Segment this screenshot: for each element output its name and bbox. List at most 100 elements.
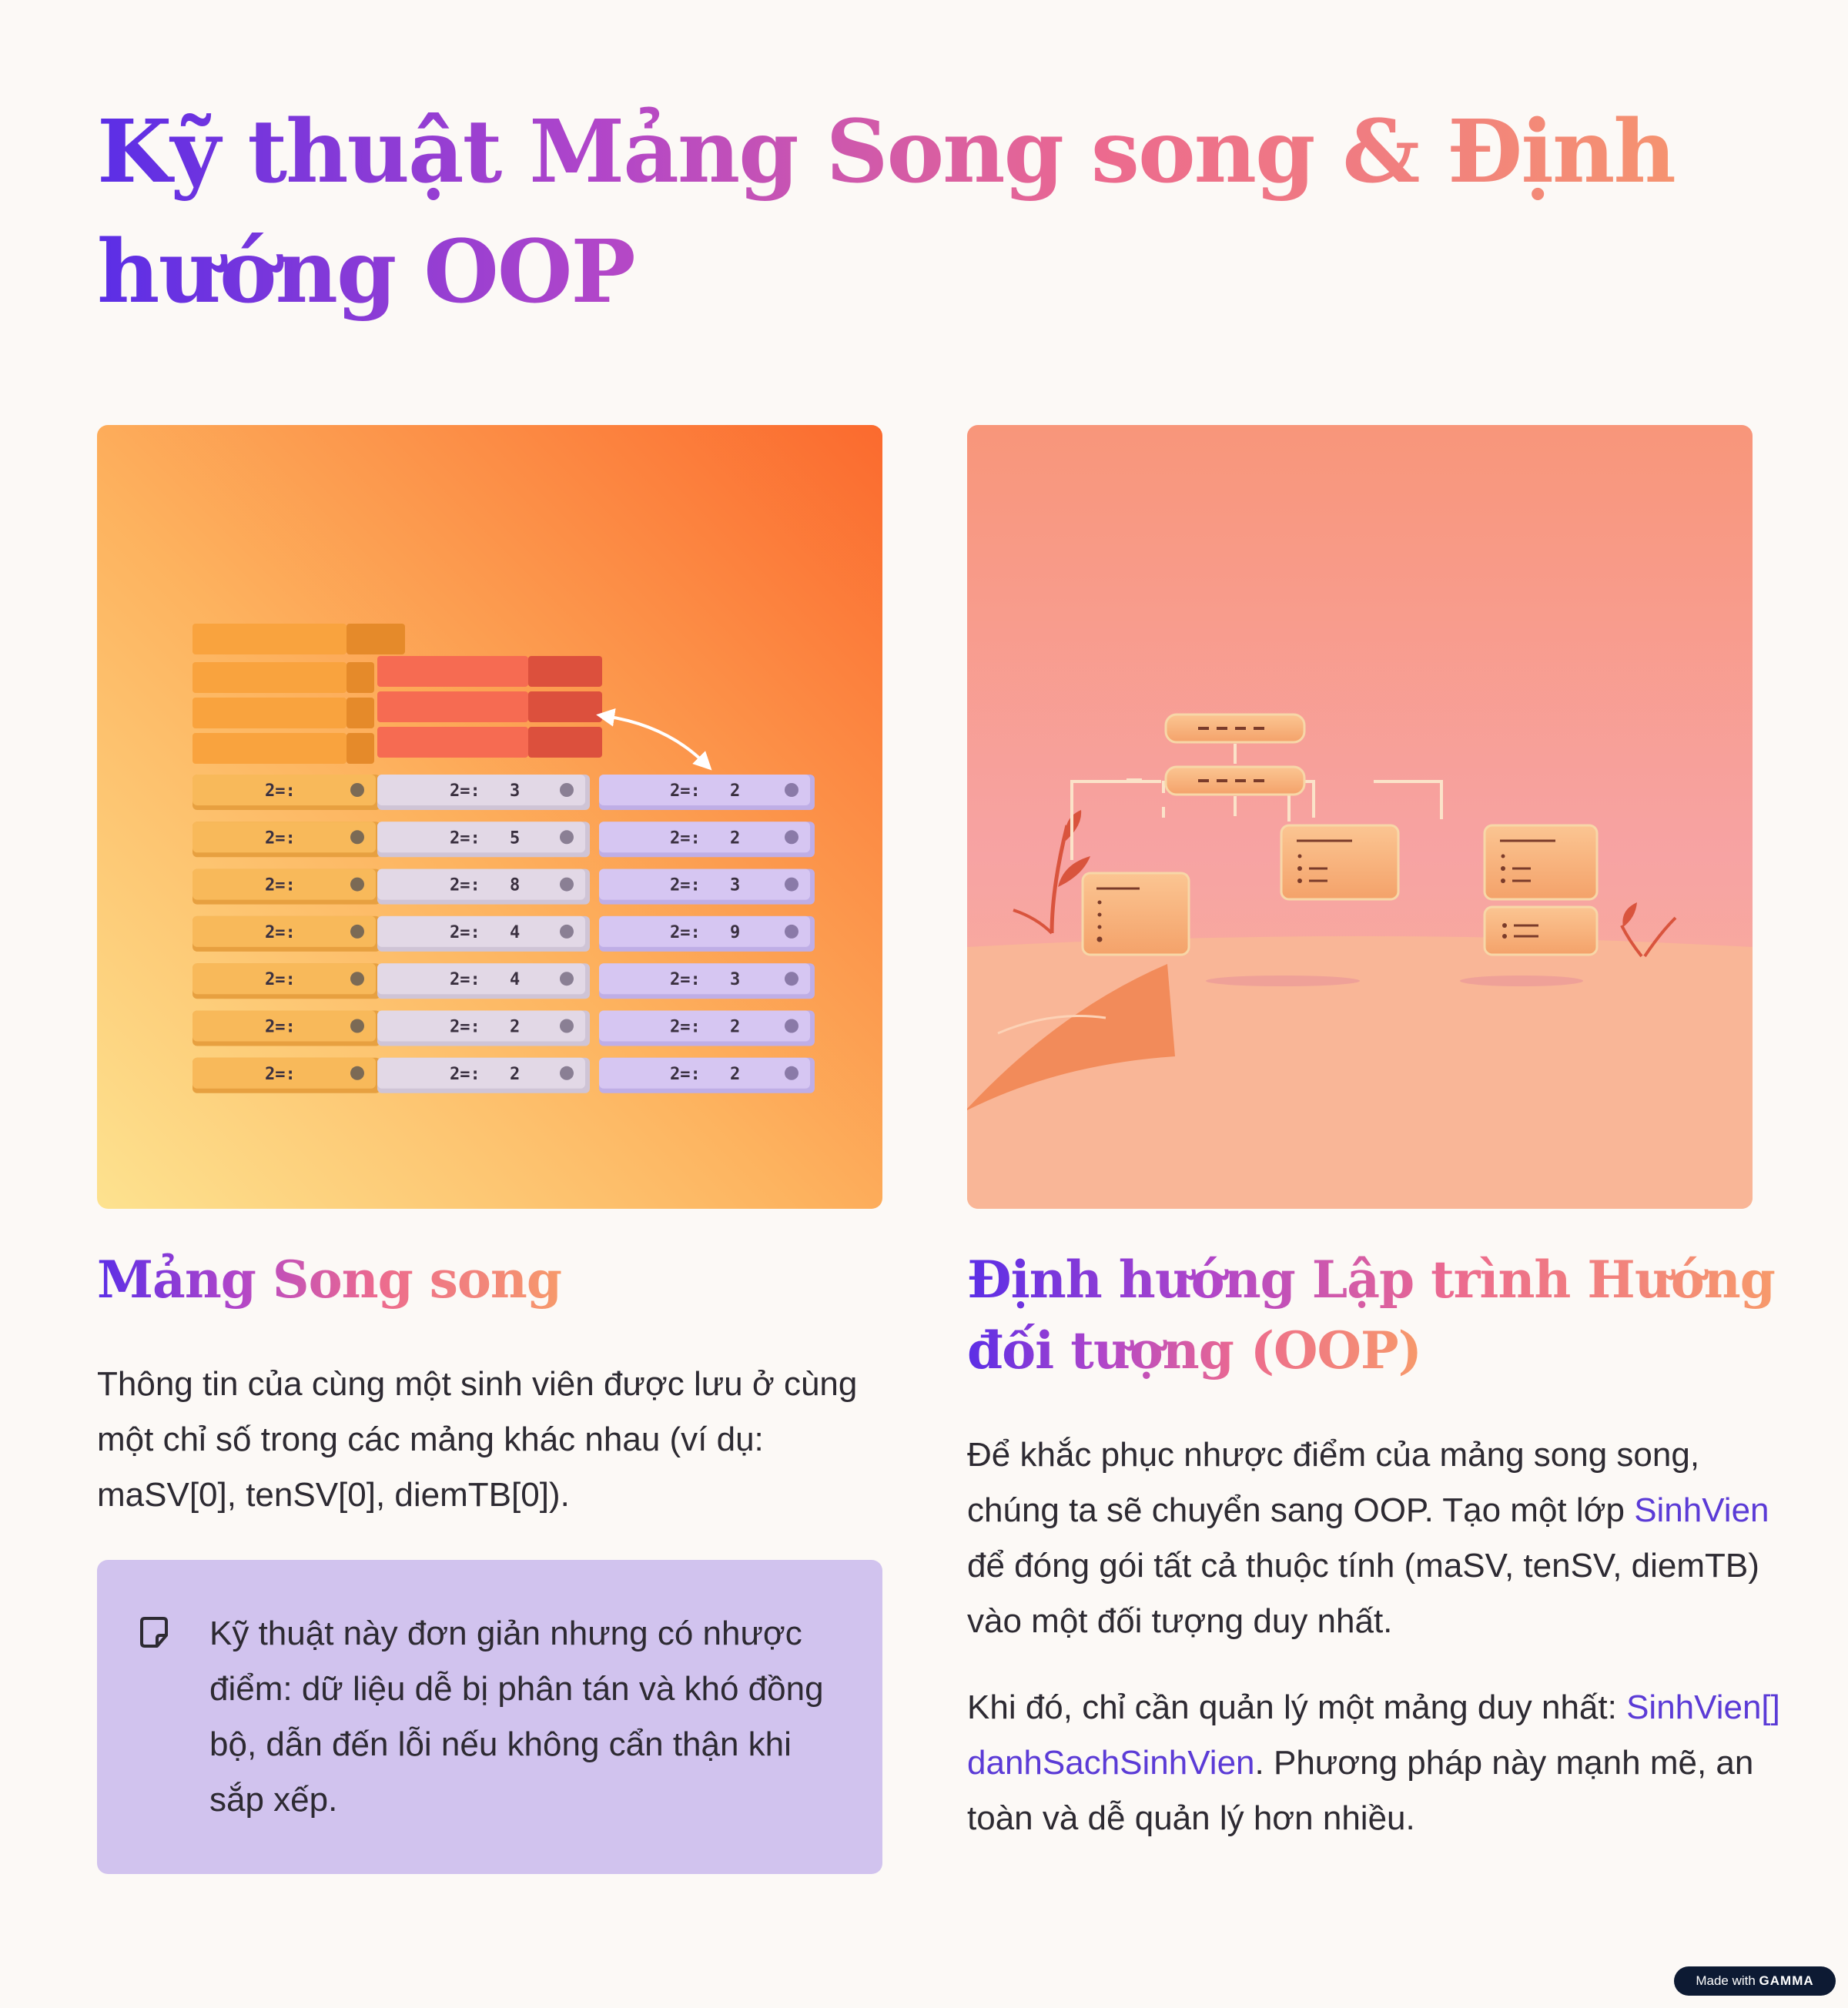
array-cell [599, 775, 810, 805]
array-cell-value: 2 [730, 781, 740, 801]
array-cell-label: 2=: [450, 1018, 480, 1037]
array-cell-value: 2 [730, 1018, 740, 1037]
array-slab [192, 662, 346, 693]
array-cell-label: 2=: [670, 923, 701, 942]
array-cell-label: 2=: [450, 828, 480, 848]
array-cell-dot [560, 972, 574, 986]
section-title-parallel-arrays: Mảng Song song [97, 1244, 882, 1315]
array-cell-value: 2 [730, 828, 740, 848]
section-title-oop: Định hướng Lập trình Hướng đối tượng (OO… [967, 1244, 1783, 1386]
array-slab-side [528, 656, 602, 687]
array-cell-value: 2 [510, 1065, 520, 1084]
parallel-arrays-description: Thông tin của cùng một sinh viên được lư… [97, 1365, 858, 1514]
array-cell-value: 3 [730, 876, 740, 895]
array-slab [377, 727, 528, 758]
array-slab-side [346, 624, 405, 654]
array-cell-dot [785, 1019, 798, 1033]
array-cell-dot [560, 783, 574, 797]
array-slab [192, 624, 346, 654]
array-cell [599, 1010, 810, 1042]
array-slab-side [528, 727, 602, 758]
array-cell-dot [560, 1066, 574, 1080]
array-cell-dot [785, 924, 798, 939]
array-cell [377, 868, 585, 900]
array-cell-value: 2 [730, 1065, 740, 1084]
array-slab-side [346, 662, 374, 693]
note-callout: Kỹ thuật này đơn giản nhưng có nhược điể… [97, 1560, 882, 1874]
page-title: Kỹ thuật Mảng Song song & Định hướng OOP [97, 92, 1768, 333]
array-cell-dot [350, 783, 364, 797]
array-cell-value: 8 [510, 876, 520, 895]
array-cell [377, 1010, 585, 1042]
section-title-line2: đối tượng (OOP) [967, 1320, 1422, 1380]
array-cell-label: 2=: [265, 1018, 296, 1037]
array-cell-value: 2 [510, 1018, 520, 1037]
array-cell-dot [350, 877, 364, 892]
array-cell-label: 2=: [670, 876, 701, 895]
section-title-text: Mảng Song song [97, 1250, 562, 1310]
array-cell-value: 3 [510, 781, 520, 801]
section-title-line1: Định hướng Lập trình Hướng [967, 1250, 1776, 1310]
array-cell-label: 2=: [450, 876, 480, 895]
array-slab [192, 698, 346, 728]
array-cell-label: 2=: [670, 1018, 701, 1037]
array-cell-value: 4 [510, 923, 520, 942]
badge-prefix: Made with [1696, 1973, 1756, 1988]
array-cell-label: 2=: [265, 923, 296, 942]
array-cell-value: 9 [730, 923, 740, 942]
oop-illustration [967, 425, 1753, 1209]
array-cell [599, 915, 810, 947]
array-cell-label: 2=: [670, 970, 701, 989]
parallel-arrays-illustration: 2=: 2=: 2=: 2=: 2=: 2=: 2=: 2=: 3 2=: 5 2=: 8 2=: 4 2=:… [97, 425, 882, 1209]
array-cell-dot [560, 830, 574, 845]
array-cell-dot [785, 830, 798, 845]
array-slab-side [528, 691, 602, 722]
note-text: Kỹ thuật này đơn giản nhưng có nhược điể… [209, 1615, 824, 1819]
array-cell-dot [560, 924, 574, 939]
oop-paragraph-1: Để khắc phục nhược điểm của mảng song so… [967, 1427, 1783, 1649]
made-with-gamma-badge[interactable]: Made with GAMMA [1674, 1966, 1836, 1996]
array-cell-dot [350, 924, 364, 939]
oop-p1-text-after: để đóng gói tất cả thuộc tính (maSV, ten… [967, 1547, 1759, 1640]
array-cell-dot [785, 877, 798, 892]
array-slab-side [346, 698, 374, 728]
array-cell-label: 2=: [670, 828, 701, 848]
array-cell [599, 963, 810, 995]
array-cell-label: 2=: [670, 781, 701, 801]
note-icon [140, 1617, 168, 1648]
array-cell [377, 775, 585, 805]
array-cell-dot [785, 783, 798, 797]
array-cell-label: 2=: [450, 781, 480, 801]
array-slab [377, 656, 528, 687]
array-cell-label: 2=: [265, 1065, 296, 1084]
oop-paragraph-2: Khi đó, chỉ cần quản lý một mảng duy nhấ… [967, 1680, 1783, 1846]
array-cell-label: 2=: [265, 781, 296, 801]
array-cell [599, 822, 810, 853]
array-cell-dot [350, 972, 364, 986]
gamma-logo: GAMMA [1759, 1973, 1814, 1988]
array-cell-dot [350, 830, 364, 845]
array-cell-value: 5 [510, 828, 520, 848]
array-cell-dot [560, 877, 574, 892]
array-cell [377, 1057, 585, 1089]
array-cell-label: 2=: [450, 970, 480, 989]
array-cell-dot [350, 1019, 364, 1033]
array-cell [377, 822, 585, 853]
array-cell-dot [785, 972, 798, 986]
array-cell-label: 2=: [670, 1065, 701, 1084]
array-cell [377, 963, 585, 995]
array-cell-value: 3 [730, 970, 740, 989]
array-cell-label: 2=: [450, 923, 480, 942]
array-cell [599, 868, 810, 900]
array-cell [377, 915, 585, 947]
array-cell-dot [560, 1019, 574, 1033]
oop-p1-text-before: Để khắc phục nhược điểm của mảng song so… [967, 1436, 1700, 1529]
array-slab [377, 691, 528, 722]
array-cell-label: 2=: [265, 970, 296, 989]
array-cell [599, 1057, 810, 1089]
array-slab-side [346, 733, 374, 764]
array-slab [192, 733, 346, 764]
array-cell-value: 4 [510, 970, 520, 989]
array-cell-dot [785, 1066, 798, 1080]
array-cell-label: 2=: [450, 1065, 480, 1084]
